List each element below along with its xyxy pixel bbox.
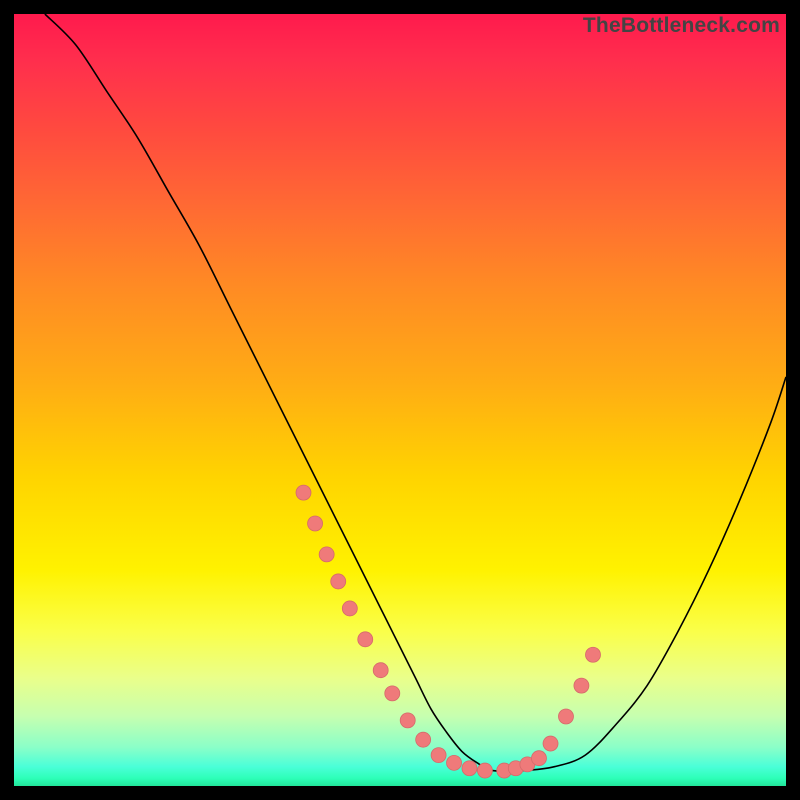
marker-dot [385, 686, 400, 701]
marker-dot [416, 732, 431, 747]
chart-frame: TheBottleneck.com [0, 0, 800, 800]
marker-dot [431, 748, 446, 763]
marker-dot [331, 574, 346, 589]
marker-dot [543, 736, 558, 751]
marker-dot [319, 547, 334, 562]
chart-svg [14, 14, 786, 786]
marker-dot [400, 713, 415, 728]
marker-dot [462, 761, 477, 776]
marker-dot [342, 601, 357, 616]
marker-dot [373, 663, 388, 678]
marker-dot [358, 632, 373, 647]
marker-dot [308, 516, 323, 531]
marker-dot [447, 755, 462, 770]
plot-area: TheBottleneck.com [14, 14, 786, 786]
marker-dot [586, 647, 601, 662]
marker-dot [296, 485, 311, 500]
marker-dot [558, 709, 573, 724]
marker-dot [531, 751, 546, 766]
bottleneck-curve [45, 14, 786, 771]
marker-dot [574, 678, 589, 693]
marker-dot [477, 763, 492, 778]
